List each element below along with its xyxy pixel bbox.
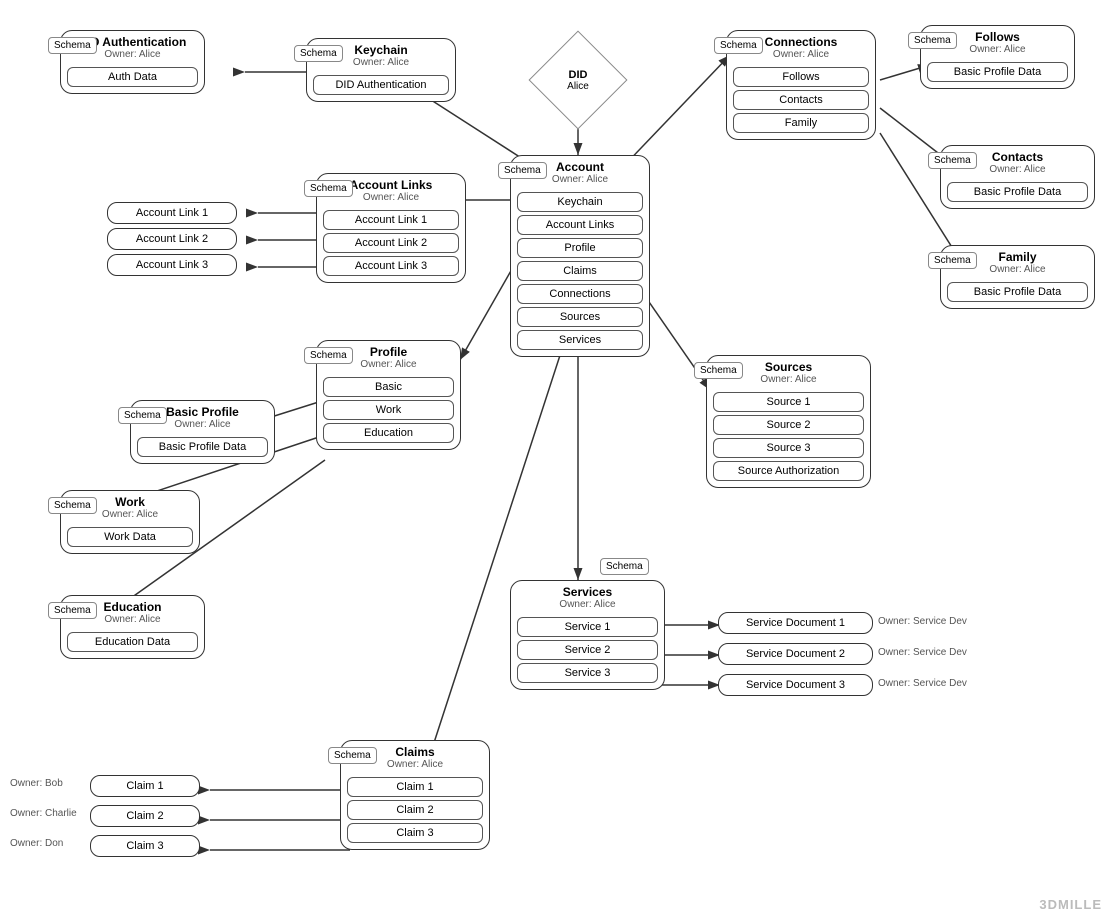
schema-keychain: Schema [294,45,343,62]
account-links-item-2: Account Link 2 [323,233,459,253]
work-item: Work Data [67,527,193,547]
claim1-owner-label: Owner: Bob [10,778,63,789]
account-links-item-1: Account Link 1 [323,210,459,230]
schema-services: Schema [600,558,649,575]
connections-item-contacts: Contacts [733,90,869,110]
account-item-keychain: Keychain [517,192,643,212]
schema-follows: Schema [908,32,957,49]
standalone-claim2: Claim 2 [90,805,200,827]
standalone-al2: Account Link 2 [107,228,237,250]
account-item-services: Services [517,330,643,350]
account-item-profile: Profile [517,238,643,258]
account-links-item-3: Account Link 3 [323,256,459,276]
claim3-owner-label: Owner: Don [10,838,63,849]
standalone-claim3: Claim 3 [90,835,200,857]
basic-profile-item: Basic Profile Data [137,437,268,457]
standalone-al1: Account Link 1 [107,202,237,224]
services-group: Services Owner: Alice Service 1 Service … [510,580,665,690]
sources-item-1: Source 1 [713,392,864,412]
services-item-2: Service 2 [517,640,658,660]
education-item: Education Data [67,632,198,652]
sources-item-2: Source 2 [713,415,864,435]
account-item-sources: Sources [517,307,643,327]
svc-doc2-owner: Owner: Service Dev [878,647,967,658]
connections-item-follows: Follows [733,67,869,87]
did-auth-item: Auth Data [67,67,198,87]
services-item-3: Service 3 [517,663,658,683]
schema-did-auth: Schema [48,37,97,54]
sources-item-auth: Source Authorization [713,461,864,481]
services-owner: Owner: Alice [511,599,664,614]
schema-basic-profile: Schema [118,407,167,424]
svc-doc-1: Service Document 1 [718,612,873,634]
connections-item-family: Family [733,113,869,133]
schema-work: Schema [48,497,97,514]
family-item: Basic Profile Data [947,282,1088,302]
schema-family: Schema [928,252,977,269]
svc-doc3-owner: Owner: Service Dev [878,678,967,689]
profile-item-work: Work [323,400,454,420]
standalone-al3: Account Link 3 [107,254,237,276]
schema-connections: Schema [714,37,763,54]
watermark: 3DMILLE [1039,897,1102,912]
schema-contacts: Schema [928,152,977,169]
follows-item: Basic Profile Data [927,62,1068,82]
profile-item-education: Education [323,423,454,443]
schema-profile: Schema [304,347,353,364]
svc-doc-2: Service Document 2 [718,643,873,665]
diagram-canvas: DID Alice Account Owner: Alice Keychain … [0,0,1116,922]
claim2-owner-label: Owner: Charlie [10,808,77,819]
profile-item-basic: Basic [323,377,454,397]
schema-account-links: Schema [304,180,353,197]
claims-item-3: Claim 3 [347,823,483,843]
services-item-1: Service 1 [517,617,658,637]
services-title: Services [511,581,664,599]
did-label: DID [569,69,588,81]
schema-sources: Schema [694,362,743,379]
svc-doc1-owner: Owner: Service Dev [878,616,967,627]
did-sublabel: Alice [567,81,589,92]
account-group: Account Owner: Alice Keychain Account Li… [510,155,650,357]
schema-claims: Schema [328,747,377,764]
svc-doc-3: Service Document 3 [718,674,873,696]
contacts-item: Basic Profile Data [947,182,1088,202]
standalone-claim1: Claim 1 [90,775,200,797]
account-item-claims: Claims [517,261,643,281]
account-item-connections: Connections [517,284,643,304]
keychain-item-did-auth: DID Authentication [313,75,449,95]
claims-item-1: Claim 1 [347,777,483,797]
sources-item-3: Source 3 [713,438,864,458]
schema-account: Schema [498,162,547,179]
claims-item-2: Claim 2 [347,800,483,820]
account-item-account-links: Account Links [517,215,643,235]
schema-education: Schema [48,602,97,619]
did-node: DID Alice [543,45,613,115]
